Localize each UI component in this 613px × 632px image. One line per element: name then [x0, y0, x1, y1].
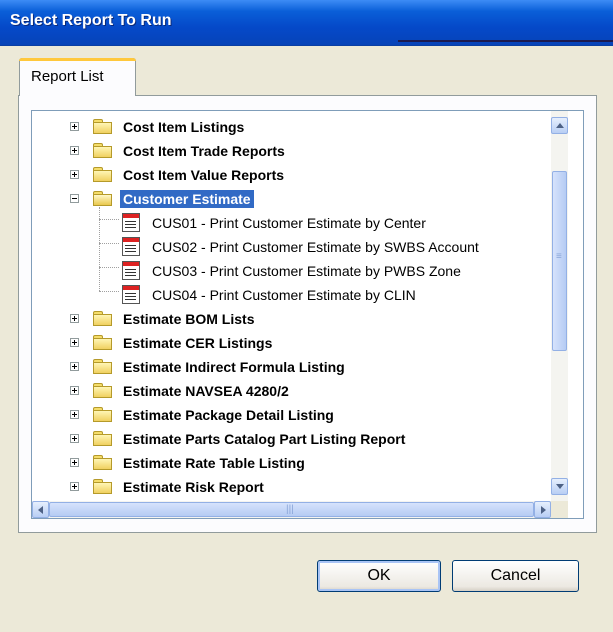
tree-folder-label: Cost Item Value Reports — [123, 167, 285, 183]
folder-icon — [93, 143, 113, 159]
tab-label: Report List — [31, 68, 104, 85]
scroll-down-button[interactable] — [551, 478, 568, 495]
title-bar[interactable]: Select Report To Run — [0, 0, 613, 46]
chevron-down-icon — [556, 484, 564, 489]
ok-button[interactable]: OK — [317, 560, 441, 592]
tree-report-label: CUS03 - Print Customer Estimate by PWBS … — [152, 263, 461, 279]
chevron-up-icon — [556, 123, 564, 128]
folder-icon — [93, 383, 113, 399]
vertical-scroll-thumb[interactable]: ≡ — [552, 171, 567, 351]
tree-folder-row[interactable]: Estimate Indirect Formula Listing — [32, 355, 552, 379]
expand-icon[interactable] — [70, 410, 79, 419]
report-icon — [122, 261, 140, 280]
scrollbar-corner — [551, 501, 568, 518]
scroll-up-button[interactable] — [551, 117, 568, 134]
tab-report-list[interactable]: Report List — [19, 58, 136, 96]
vertical-scrollbar[interactable]: ≡ — [551, 111, 568, 501]
expand-icon[interactable] — [70, 314, 79, 323]
report-icon — [122, 213, 140, 232]
tree-report-label: CUS04 - Print Customer Estimate by CLIN — [152, 287, 416, 303]
tree-folder-label: Estimate Risk Report — [123, 479, 264, 495]
tree-folder-label: Estimate NAVSEA 4280/2 — [123, 383, 289, 399]
scroll-left-button[interactable] — [32, 501, 49, 518]
folder-icon — [93, 311, 113, 327]
expand-icon[interactable] — [70, 482, 79, 491]
scroll-right-button[interactable] — [534, 501, 551, 518]
folder-icon — [93, 335, 113, 351]
expand-icon[interactable] — [70, 170, 79, 179]
chevron-left-icon — [38, 506, 43, 514]
tree-rows: Cost Item Listings Cost Item Trade Repor… — [32, 111, 552, 501]
tree-report-row[interactable]: CUS04 - Print Customer Estimate by CLIN — [32, 283, 552, 307]
tree-folder-row[interactable]: Estimate Package Detail Listing — [32, 403, 552, 427]
tree-folder-label: Estimate Package Detail Listing — [123, 407, 334, 423]
tree-folder-row[interactable]: Estimate Rate Table Listing — [32, 451, 552, 475]
expand-icon[interactable] — [70, 458, 79, 467]
expand-icon[interactable] — [70, 122, 79, 131]
expand-icon[interactable] — [70, 386, 79, 395]
tree-folder-row[interactable]: Estimate Parts Catalog Part Listing Repo… — [32, 427, 552, 451]
horizontal-scroll-thumb[interactable]: ||| — [49, 502, 534, 517]
tree-folder-row-selected[interactable]: Customer Estimate — [32, 187, 552, 211]
folder-icon — [93, 479, 113, 495]
expand-icon[interactable] — [70, 338, 79, 347]
report-icon — [122, 285, 140, 304]
tree-folder-label: Estimate BOM Lists — [123, 311, 255, 327]
grip-icon: ||| — [286, 504, 294, 515]
tree-folder-row[interactable]: Cost Item Value Reports — [32, 163, 552, 187]
tree-report-row[interactable]: CUS02 - Print Customer Estimate by SWBS … — [32, 235, 552, 259]
report-icon — [122, 237, 140, 256]
expand-icon[interactable] — [70, 434, 79, 443]
tree-folder-label: Estimate Rate Table Listing — [123, 455, 305, 471]
tree-folder-label: Cost Item Trade Reports — [123, 143, 285, 159]
tree-folder-label: Estimate Parts Catalog Part Listing Repo… — [123, 431, 406, 447]
folder-icon — [93, 407, 113, 423]
folder-icon — [93, 119, 113, 135]
window-title: Select Report To Run — [10, 12, 172, 29]
folder-icon — [93, 455, 113, 471]
tree-report-label: CUS02 - Print Customer Estimate by SWBS … — [152, 239, 479, 255]
folder-icon — [93, 431, 113, 447]
folder-icon — [93, 359, 113, 375]
grip-icon: ≡ — [556, 251, 562, 262]
chevron-right-icon — [541, 506, 546, 514]
tree-folder-row[interactable]: Cost Item Trade Reports — [32, 139, 552, 163]
tree-folder-label: Estimate Indirect Formula Listing — [123, 359, 345, 375]
tree-folder-row[interactable]: Estimate Risk Report — [32, 475, 552, 499]
cancel-button[interactable]: Cancel — [452, 560, 579, 592]
expand-icon[interactable] — [70, 146, 79, 155]
tree-folder-label: Estimate CER Listings — [123, 335, 273, 351]
horizontal-scrollbar[interactable]: ||| — [32, 501, 551, 518]
tree-folder-row[interactable]: Cost Item Listings — [32, 115, 552, 139]
tree-report-row[interactable]: CUS03 - Print Customer Estimate by PWBS … — [32, 259, 552, 283]
report-tree[interactable]: Cost Item Listings Cost Item Trade Repor… — [31, 110, 584, 519]
tree-folder-label: Customer Estimate — [120, 190, 254, 208]
open-folder-icon — [93, 191, 113, 207]
collapse-icon[interactable] — [70, 194, 79, 203]
tree-report-label: CUS01 - Print Customer Estimate by Cente… — [152, 215, 426, 231]
folder-icon — [93, 167, 113, 183]
tree-folder-row[interactable]: Estimate CER Listings — [32, 331, 552, 355]
tree-report-row[interactable]: CUS01 - Print Customer Estimate by Cente… — [32, 211, 552, 235]
tree-folder-label: Cost Item Listings — [123, 119, 245, 135]
title-divider — [398, 40, 613, 42]
tree-folder-row[interactable]: Estimate BOM Lists — [32, 307, 552, 331]
expand-icon[interactable] — [70, 362, 79, 371]
tree-folder-row[interactable]: Estimate NAVSEA 4280/2 — [32, 379, 552, 403]
